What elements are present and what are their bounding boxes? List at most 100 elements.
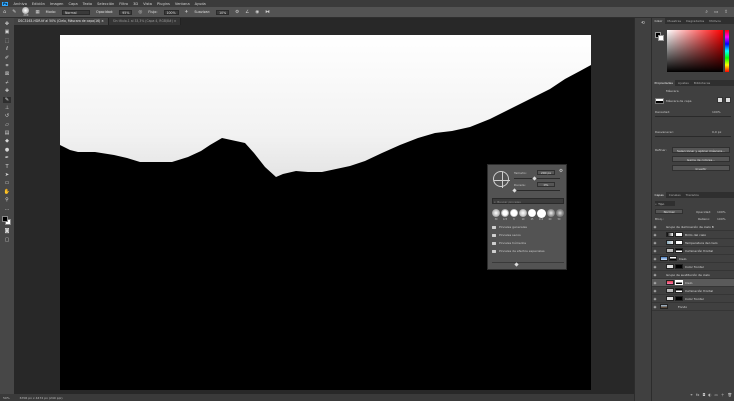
pen-icon[interactable]: ✒ [3,155,11,161]
marquee-icon[interactable]: ⬚ [3,38,11,44]
eye-icon[interactable]: ◉ [652,249,658,253]
layer-row[interactable]: ◉ Grupo de sustitución de cielo [652,271,734,279]
lasso-icon[interactable]: ℓ [3,46,11,52]
search-icon[interactable]: ⌕ [705,9,708,15]
eye-icon[interactable]: ◉ [652,273,658,277]
tab-properties[interactable]: Propiedades [652,80,676,86]
new-layer-icon[interactable]: ＋ [721,393,725,399]
color-bg-swatch[interactable] [658,35,664,41]
layer-row[interactable]: ◉ Color frontal [652,295,734,303]
link-icon[interactable]: ⚭ [690,393,693,399]
crop-icon[interactable]: ⌗ [3,63,11,69]
brush-folder-dry[interactable]: Pinceles secos [492,231,560,239]
new-group-icon[interactable]: ▭ [714,393,717,399]
menu-texto[interactable]: Texto [83,2,92,6]
clone-stamp-icon[interactable]: ⊥ [3,105,11,111]
tab-patterns[interactable]: Motivos [707,18,724,24]
density-slider[interactable] [655,116,731,117]
symmetry-icon[interactable]: ⧓ [265,10,270,15]
flow-field[interactable]: 100% [163,9,179,15]
fill-value[interactable]: 100% [717,217,726,221]
density-value[interactable]: 100% [712,110,721,114]
menu-capa[interactable]: Capa [68,2,77,6]
layer-row[interactable]: ◉ Fondo [652,303,734,311]
menu-ventana[interactable]: Ventana [175,2,190,6]
close-icon[interactable]: × [174,19,177,23]
frame-icon[interactable]: ⊠ [3,71,11,77]
opacity-field[interactable]: 95% [119,9,133,15]
fx-icon[interactable]: fx [696,393,699,399]
brush-size-slider-knob[interactable] [532,175,537,181]
feather-slider[interactable] [655,136,731,137]
brush-tool-icon[interactable]: ✎ [12,9,16,15]
tab-document-1[interactable]: DSC3163-HDR.tif al 50% (Cielo, Máscara d… [14,18,109,25]
tab-gradients[interactable]: Degradados [684,18,707,24]
feather-value[interactable]: 0,0 px [712,130,721,134]
mask-options-icon[interactable] [717,97,723,103]
move-icon[interactable]: ✥ [3,21,11,27]
eye-icon[interactable]: ◉ [652,233,658,237]
smoothing-settings-icon[interactable]: ⚙ [235,10,239,15]
eye-icon[interactable]: ◉ [652,305,658,309]
brush-hardness-slider[interactable] [514,190,560,191]
foreground-color-swatch[interactable] [2,215,8,222]
airbrush-icon[interactable]: ✈ [185,10,189,15]
artboard-icon[interactable]: ▣ [3,29,11,35]
hue-slider[interactable] [725,30,729,72]
layer-opacity-value[interactable]: 100% [717,210,726,214]
eye-icon[interactable]: ◉ [652,241,658,245]
menu-edicion[interactable]: Edición [32,2,45,6]
brush-tip-4[interactable] [519,209,527,217]
invert-button[interactable]: Invertir [672,165,730,171]
menu-plugins[interactable]: Plugins [157,2,170,6]
hand-icon[interactable]: ✋ [3,189,11,195]
color-range-button[interactable]: Gama de colores... [672,156,730,162]
brush-size-slider[interactable] [514,178,560,179]
more-icon[interactable]: … [3,206,11,212]
type-icon[interactable]: T [3,164,11,170]
tab-swatches[interactable]: Muestras [665,18,684,24]
brush-preset-picker[interactable]: 200 [22,7,30,17]
brush-tip-8[interactable] [556,209,564,217]
path-select-icon[interactable]: ➤ [3,172,11,178]
brush-popup-scroll-track[interactable] [492,262,564,263]
eye-icon[interactable]: ◉ [652,281,658,285]
history-icon[interactable]: ⟲ [635,21,651,26]
eye-icon[interactable]: ◉ [652,297,658,301]
layer-row[interactable]: ◉ Grupo de iluminación de cielo B [652,223,734,231]
eye-icon[interactable]: ◉ [652,265,658,269]
trash-icon[interactable]: 🗑 [727,393,732,399]
workspace-icon[interactable]: ▭ [714,10,718,15]
smoothing-field[interactable]: 10% [216,9,230,15]
menu-3d[interactable]: 3D [133,2,138,6]
gradient-icon[interactable]: ▤ [3,130,11,136]
brush-tip-1[interactable] [492,209,500,217]
layer-row[interactable]: ◉ Color frontal [652,263,734,271]
tab-channels[interactable]: Canales [666,192,683,198]
close-icon[interactable]: × [101,19,104,23]
tab-libraries[interactable]: Bibliotecas [691,80,712,86]
mode-select[interactable]: Normal [62,9,91,15]
ps-logo[interactable]: Ps [2,1,9,6]
brush-popup-resize-handle[interactable] [514,262,519,267]
layer-row[interactable]: ◉ Iluminación frontal [652,247,734,255]
home-icon[interactable]: ⌂ [3,9,6,15]
eye-icon[interactable]: ◉ [652,225,658,229]
layer-row[interactable]: ◉ Cielo [652,255,734,263]
brush-folder-wet[interactable]: Pinceles húmedos [492,239,560,247]
menu-filtro[interactable]: Filtro [119,2,128,6]
brush-tip-3[interactable] [510,209,518,217]
dodge-icon[interactable]: ● [3,147,11,153]
menu-archivo[interactable]: Archivo [13,2,26,6]
eye-icon[interactable]: ◉ [652,257,658,261]
adjustment-icon[interactable]: ◐ [708,393,711,399]
menu-imagen[interactable]: Imagen [50,2,64,6]
brush-angle-widget[interactable] [493,171,510,188]
angle-icon[interactable]: ∠ [245,10,249,15]
brush-hardness-field[interactable]: 0% [537,182,555,187]
brush-search-input[interactable]: ⌕ Buscar pinceles [492,198,564,204]
menu-seleccion[interactable]: Selección [97,2,114,6]
vector-mask-icon[interactable] [725,97,731,103]
quick-select-icon[interactable]: ✐ [3,55,11,61]
blend-mode-select[interactable]: Normal [655,209,683,214]
